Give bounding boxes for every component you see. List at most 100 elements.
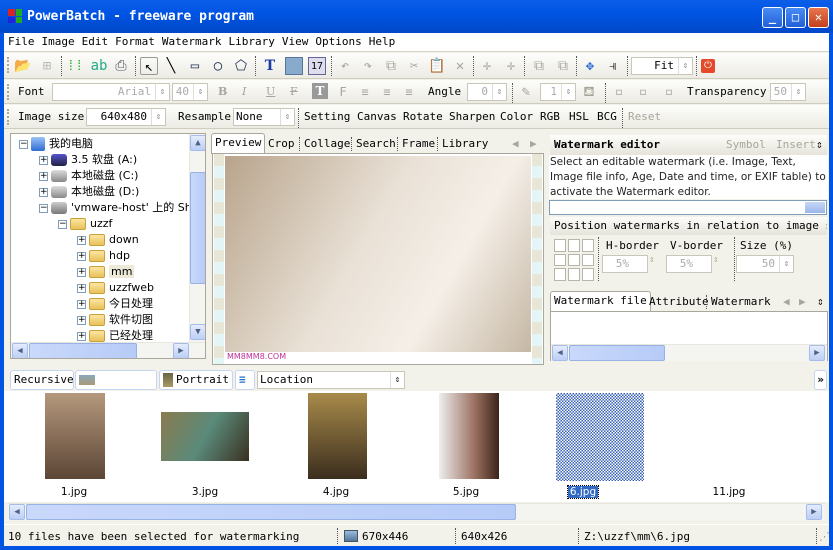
header-menu-icon[interactable]: ⇕ xyxy=(816,135,823,155)
input-spinner[interactable] xyxy=(805,202,825,213)
h-border-spinner[interactable]: ⇕ xyxy=(649,255,654,265)
menu-edit[interactable]: Edit xyxy=(78,33,112,48)
menu-options[interactable]: Options xyxy=(311,33,364,48)
resize-grip-icon[interactable]: ⋰ xyxy=(819,530,830,543)
expand-icon[interactable]: + xyxy=(77,267,86,277)
menu-file[interactable]: File xyxy=(4,33,38,48)
border-style-2-icon[interactable]: ▫ xyxy=(634,83,652,101)
expand-icon[interactable]: + xyxy=(77,283,86,293)
tree-item-network-share[interactable]: − 'vmware-host' 上的 Shar xyxy=(39,200,203,216)
align-icon[interactable]: ⫣ xyxy=(604,57,622,75)
toolbar-grip[interactable] xyxy=(7,84,9,100)
menu-image[interactable]: Image xyxy=(38,33,78,48)
border-style-1-icon[interactable]: ▫ xyxy=(610,83,628,101)
image-size-select[interactable]: 640x480 ⇕ xyxy=(86,108,166,126)
border-style-3-icon[interactable]: ▫ xyxy=(660,83,678,101)
tab-scroll-left-icon[interactable]: ◀ xyxy=(780,293,793,311)
thumbnail-image-selected[interactable] xyxy=(556,393,644,481)
expand-icon[interactable]: + xyxy=(39,155,48,165)
expand-icon[interactable]: + xyxy=(77,315,86,325)
scroll-left-button[interactable]: ◀ xyxy=(12,343,28,358)
send-backward-icon[interactable]: ✛ xyxy=(502,57,520,75)
preview-pane[interactable]: MM8MM8.COM xyxy=(212,153,544,365)
zoom-select[interactable]: Fit ⇕ xyxy=(631,57,693,75)
sharpen-button[interactable]: Sharpen xyxy=(449,110,495,123)
canvas-button[interactable]: Canvas xyxy=(357,110,397,123)
v-border-input[interactable]: 5% xyxy=(666,255,712,273)
group-icon[interactable]: ⧉ xyxy=(530,57,548,75)
bcg-button[interactable]: BCG xyxy=(597,110,617,123)
expand-icon[interactable]: + xyxy=(39,187,48,197)
rotate-button[interactable]: Rotate xyxy=(403,110,443,123)
redo-icon[interactable]: ↷ xyxy=(359,57,377,75)
bring-forward-icon[interactable]: ✛ xyxy=(478,57,496,75)
thumbnail-image[interactable] xyxy=(308,393,367,479)
angle-spinner[interactable]: ⇕ xyxy=(492,84,506,100)
calendar-icon[interactable]: 17 xyxy=(308,57,326,75)
watermark-text-input[interactable] xyxy=(549,200,827,215)
color-button[interactable]: Color xyxy=(500,110,533,123)
menu-library[interactable]: Library xyxy=(224,33,277,48)
tab-attribute[interactable]: Attribute xyxy=(646,293,712,311)
tree-item-hdp[interactable]: + hdp xyxy=(77,248,130,264)
stroke-spinner[interactable]: ⇕ xyxy=(561,84,575,100)
scroll-thumb[interactable] xyxy=(569,345,665,361)
scroll-thumb[interactable] xyxy=(190,172,205,284)
thumbnail-horizontal-scrollbar[interactable]: ◀ ▶ xyxy=(8,503,825,520)
image-size-spinner[interactable]: ⇕ xyxy=(151,109,165,125)
reset-button[interactable]: Reset xyxy=(628,110,661,123)
insert-button[interactable]: Insert xyxy=(776,135,816,155)
bold-button[interactable]: B xyxy=(218,85,227,98)
tree-item-uzzf[interactable]: − uzzf xyxy=(58,216,112,232)
scroll-right-button[interactable]: ▶ xyxy=(806,504,822,520)
hsl-button[interactable]: HSL xyxy=(569,110,589,123)
transparency-spinner[interactable]: ⇕ xyxy=(791,84,805,100)
tree-item-uzzfweb[interactable]: + uzzfweb xyxy=(77,280,154,296)
anchor-grid[interactable] xyxy=(554,239,596,281)
expand-icon[interactable]: + xyxy=(77,235,86,245)
collapse-icon[interactable]: − xyxy=(58,219,67,229)
scroll-right-button[interactable]: ▶ xyxy=(173,343,189,358)
size-spinner[interactable]: ⇕ xyxy=(779,256,793,272)
zoom-spinner[interactable]: ⇕ xyxy=(678,58,692,74)
cut-icon[interactable]: ✂ xyxy=(405,57,423,75)
italic-button[interactable]: I xyxy=(242,85,246,98)
sort-icon[interactable]: ≡ xyxy=(235,370,255,390)
sort-select[interactable]: Location ⇕ xyxy=(257,371,405,389)
polygon-icon[interactable]: ⬠ xyxy=(232,57,250,75)
tab-scroll-right-icon[interactable]: ▶ xyxy=(796,293,809,311)
scroll-left-button[interactable]: ◀ xyxy=(9,504,25,520)
tab-frame[interactable]: Frame xyxy=(399,135,438,153)
angle-input[interactable]: 0 ⇕ xyxy=(467,83,507,101)
batch-icon[interactable]: ⁞⁞ xyxy=(66,57,84,75)
tree-item-today[interactable]: + 今日处理 xyxy=(77,296,153,312)
ellipse-icon[interactable]: ○ xyxy=(209,57,227,75)
open-folder-icon[interactable]: 📂 xyxy=(14,57,32,75)
scroll-left-button[interactable]: ◀ xyxy=(552,345,568,361)
tree-vertical-scrollbar[interactable]: ▲ ▼ xyxy=(189,134,205,342)
expand-icon[interactable]: + xyxy=(77,299,86,309)
thumbnail-image[interactable] xyxy=(161,412,249,461)
line-icon[interactable]: ╲ xyxy=(162,57,180,75)
tab-scroll-right-icon[interactable]: ▶ xyxy=(527,135,540,153)
rgb-button[interactable]: RGB xyxy=(540,110,560,123)
scroll-right-button[interactable]: ▶ xyxy=(809,345,825,361)
transparency-input[interactable]: 50 ⇕ xyxy=(770,83,806,101)
minimize-button[interactable]: _ xyxy=(762,7,783,28)
tree-item-drive-c[interactable]: + 本地磁盘 (C:) xyxy=(39,168,138,184)
close-button[interactable]: ✕ xyxy=(808,7,829,28)
tab-scroll-left-icon[interactable]: ◀ xyxy=(509,135,522,153)
paste-icon[interactable]: 📋 xyxy=(428,57,446,75)
landscape-toggle[interactable]: Landscape xyxy=(75,370,157,404)
tree-item-drive-d[interactable]: + 本地磁盘 (D:) xyxy=(39,184,139,200)
scroll-up-button[interactable]: ▲ xyxy=(190,135,205,151)
watermark-horizontal-scrollbar[interactable]: ◀ ▶ xyxy=(551,344,827,361)
thumbnail-image[interactable] xyxy=(439,393,499,479)
scroll-thumb[interactable] xyxy=(26,504,516,520)
tree-item-floppy[interactable]: +3.5 软盘 (A:) xyxy=(39,152,137,168)
portrait-toggle[interactable]: Portrait xyxy=(159,370,233,390)
h-border-input[interactable]: 5% xyxy=(602,255,648,273)
recursive-toggle[interactable]: Recursive xyxy=(10,370,74,390)
tab-menu-icon[interactable]: ⇕ xyxy=(814,293,827,311)
scroll-thumb[interactable] xyxy=(29,343,137,358)
